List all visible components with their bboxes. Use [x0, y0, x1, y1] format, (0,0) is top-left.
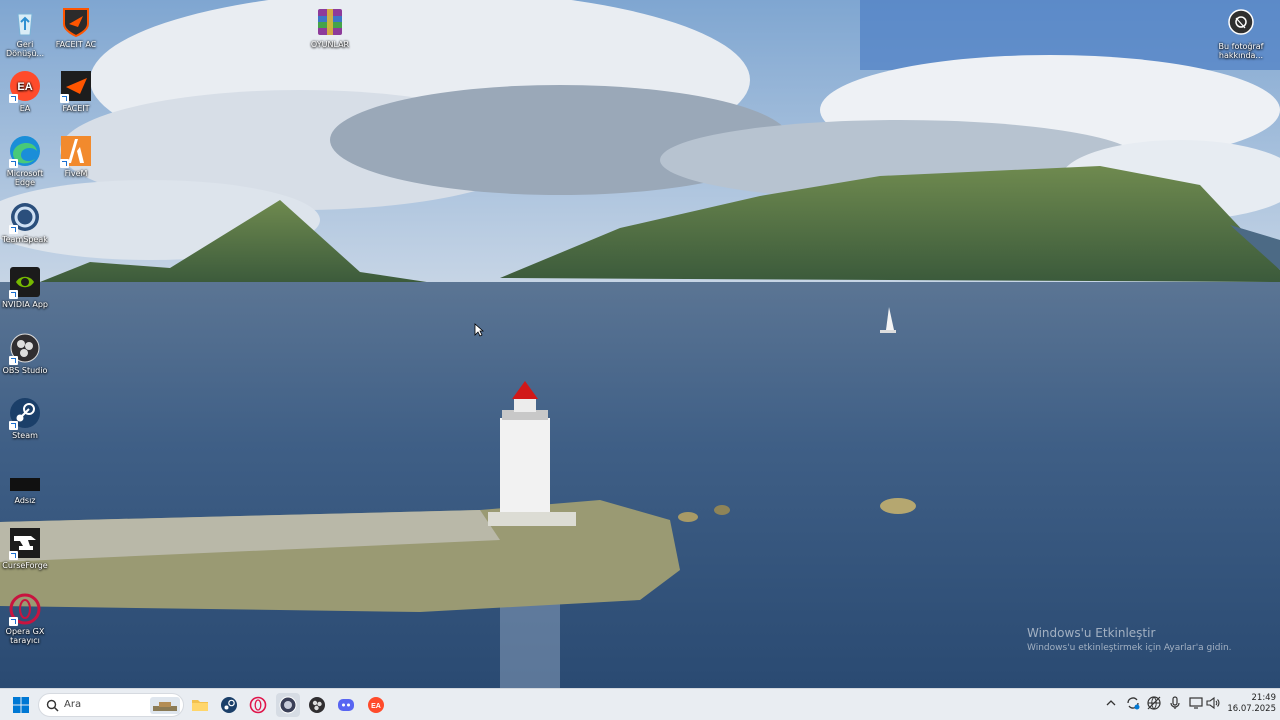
update-icon: [1127, 697, 1140, 710]
desktop[interactable]: Geri Dönüşü... EA EA Microsoft Edge Team…: [0, 0, 1280, 688]
ea-icon: EA: [368, 697, 384, 713]
microphone-icon: [1170, 696, 1180, 709]
desktop-icon-label: FiveM: [64, 169, 88, 178]
taskbar-file-explorer[interactable]: [188, 693, 212, 717]
desktop-icon-label: Adsız: [14, 496, 36, 505]
shortcut-arrow-icon: [9, 421, 18, 430]
desktop-icon-label: Geri Dönüşü...: [5, 40, 45, 58]
desktop-icon-label: Steam: [12, 431, 38, 440]
curseforge-icon: [9, 527, 41, 560]
shortcut-arrow-icon: [9, 159, 18, 168]
shortcut-arrow-icon: [9, 356, 18, 365]
desktop-icon-label: CurseForge: [2, 561, 48, 570]
desktop-icon-label: FACEIT AC: [55, 40, 97, 49]
tray-microphone[interactable]: [1167, 695, 1183, 711]
edge-icon: [9, 135, 41, 168]
shortcut-arrow-icon: [60, 159, 69, 168]
desktop-icon-about-photo[interactable]: Bu fotoğraf hakkında...: [1216, 8, 1266, 60]
activation-watermark-subtitle: Windows'u etkinleştirmek için Ayarlar'a …: [1027, 643, 1232, 653]
camera-info-icon: [1225, 8, 1257, 40]
tray-update[interactable]: [1125, 695, 1141, 711]
search-box[interactable]: Ara: [38, 693, 184, 717]
tray-network[interactable]: [1146, 695, 1162, 711]
taskbar-ea[interactable]: EA: [364, 693, 388, 717]
shortcut-arrow-icon: [9, 290, 18, 299]
shortcut-arrow-icon: [9, 94, 18, 103]
desktop-icon-label: FACEIT: [62, 104, 90, 113]
clock-date: 16.07.2025: [1227, 704, 1276, 714]
desktop-icon-label: Bu fotoğraf hakkında...: [1218, 42, 1264, 60]
chevron-up-icon: [1106, 700, 1116, 706]
desktop-icon-label: OYUNLAR: [310, 40, 350, 49]
desktop-icon-curseforge[interactable]: CurseForge: [0, 527, 50, 570]
search-icon: [46, 699, 59, 712]
ea-icon: EA: [9, 70, 41, 103]
activation-watermark-title: Windows'u Etkinleştir: [1027, 626, 1156, 640]
taskbar-steam[interactable]: [217, 693, 241, 717]
desktop-icon-label: OBS Studio: [2, 366, 48, 375]
blank-shortcut-icon: [9, 462, 41, 494]
desktop-icon-label: EA: [19, 104, 31, 113]
opera-gx-icon: [9, 593, 41, 626]
shortcut-arrow-icon: [9, 551, 18, 560]
mouse-cursor-icon: [474, 323, 484, 337]
svg-text:EA: EA: [371, 703, 381, 710]
desktop-icon-obs[interactable]: OBS Studio: [0, 332, 50, 375]
system-clock[interactable]: 21:49 16.07.2025: [1222, 693, 1276, 715]
winrar-archive-icon: [314, 6, 346, 38]
wallpaper-lighthouse: [0, 0, 1280, 688]
search-placeholder: Ara: [64, 699, 82, 710]
shortcut-arrow-icon: [9, 617, 18, 626]
desktop-icon-edge[interactable]: Microsoft Edge: [0, 135, 50, 187]
discord-icon: [338, 699, 354, 711]
desktop-icon-fivem[interactable]: FiveM: [51, 135, 101, 178]
obs-icon: [309, 697, 325, 713]
display-icon: [1189, 697, 1203, 709]
obs-icon: [279, 696, 297, 714]
desktop-icon-recycle-bin[interactable]: Geri Dönüşü...: [0, 6, 50, 58]
faceit-icon: [60, 70, 92, 103]
desktop-icon-ea[interactable]: EA EA: [0, 70, 50, 113]
desktop-icon-label: NVIDIA App: [2, 300, 48, 309]
network-off-icon: [1147, 696, 1161, 710]
obs-icon: [9, 332, 41, 365]
faceit-ac-icon: [60, 6, 92, 38]
taskbar: Ara EA 21:49 16.07.2025: [0, 688, 1280, 720]
steam-icon: [221, 697, 237, 713]
search-highlight-thumbnail: [150, 697, 180, 714]
recycle-bin-icon: [9, 6, 41, 38]
desktop-icon-faceit-ac[interactable]: FACEIT AC: [51, 6, 101, 49]
desktop-icon-nvidia[interactable]: NVIDIA App: [0, 266, 50, 309]
opera-gx-icon: [249, 696, 267, 714]
steam-icon: [9, 397, 41, 430]
desktop-icon-steam[interactable]: Steam: [0, 397, 50, 440]
windows-start-icon: [13, 697, 29, 713]
clock-time: 21:49: [1251, 693, 1277, 703]
taskbar-obs-active[interactable]: [276, 693, 300, 717]
desktop-icon-teamspeak[interactable]: TeamSpeak: [0, 201, 50, 244]
desktop-icon-label: Microsoft Edge: [6, 169, 44, 187]
taskbar-opera-gx[interactable]: [246, 693, 270, 717]
nvidia-icon: [9, 266, 41, 299]
desktop-icon-opera-gx[interactable]: Opera GX tarayıcı: [0, 593, 50, 645]
svg-text:EA: EA: [17, 81, 32, 93]
desktop-icon-label: TeamSpeak: [2, 235, 48, 244]
fivem-icon: [60, 135, 92, 168]
tray-volume[interactable]: [1205, 695, 1221, 711]
desktop-icon-label: Opera GX tarayıcı: [5, 627, 45, 645]
volume-icon: [1206, 696, 1220, 710]
file-explorer-icon: [192, 700, 208, 711]
desktop-icon-adsiz[interactable]: Adsız: [0, 462, 50, 505]
teamspeak-icon: [9, 201, 41, 234]
shortcut-arrow-icon: [60, 94, 69, 103]
tray-show-hidden-icons[interactable]: [1103, 695, 1119, 711]
tray-display[interactable]: [1188, 695, 1204, 711]
shortcut-arrow-icon: [9, 225, 18, 234]
desktop-icon-faceit[interactable]: FACEIT: [51, 70, 101, 113]
taskbar-discord[interactable]: [334, 693, 358, 717]
start-button[interactable]: [9, 693, 33, 717]
taskbar-obs[interactable]: [305, 693, 329, 717]
desktop-icon-oyunlar[interactable]: OYUNLAR: [305, 6, 355, 49]
